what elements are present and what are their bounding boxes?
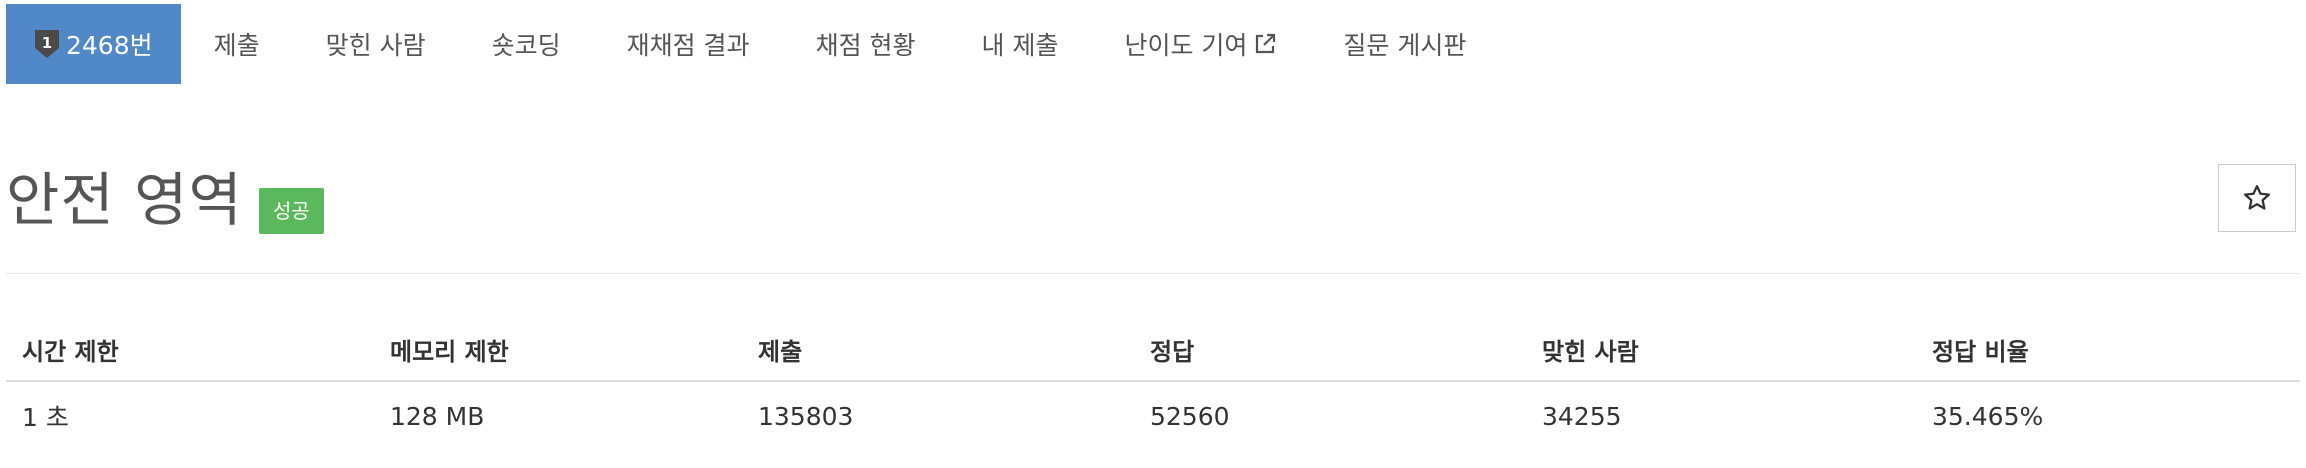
tab-rejudge-results[interactable]: 재채점 결과 [594, 4, 783, 84]
tab-short-coding-label: 숏코딩 [491, 31, 561, 60]
tab-judge-status[interactable]: 채점 현황 [783, 4, 949, 84]
header-time-limit: 시간 제한 [6, 318, 374, 382]
tab-solvers[interactable]: 맞힌 사람 [293, 4, 459, 84]
svg-text:1: 1 [42, 34, 52, 52]
tab-submit[interactable]: 제출 [181, 4, 293, 84]
tab-my-submissions[interactable]: 내 제출 [949, 4, 1092, 84]
header-solvers: 맞힌 사람 [1526, 318, 1916, 382]
tab-submit-label: 제출 [213, 31, 260, 60]
status-badge: 성공 [258, 188, 324, 234]
table-header-row: 시간 제한 메모리 제한 제출 정답 맞힌 사람 정답 비율 [6, 318, 2300, 382]
tab-judge-status-label: 채점 현황 [815, 31, 916, 60]
header-memory-limit: 메모리 제한 [374, 318, 742, 382]
problem-header: 안전 영역 성공 [6, 165, 324, 235]
favorite-button[interactable] [2218, 164, 2296, 232]
page-title: 안전 영역 [6, 166, 243, 234]
cell-memory-limit: 128 MB [390, 401, 485, 431]
table-row: 1 초 128 MB 135803 52560 34255 35.465% [6, 381, 2300, 450]
tab-short-coding[interactable]: 숏코딩 [459, 4, 594, 84]
cell-accepted: 52560 [1150, 401, 1230, 431]
tab-rejudge-results-label: 재채점 결과 [626, 31, 750, 60]
tab-difficulty-contribution-label: 난이도 기여 [1124, 31, 1248, 60]
header-accepted: 정답 [1134, 318, 1526, 382]
problem-tabs: 1 2468번 제출 맞힌 사람 숏코딩 재채점 결과 채점 현황 내 제출 난… [6, 4, 1499, 84]
star-outline-icon [2244, 185, 2270, 210]
external-link-icon [1253, 32, 1277, 56]
tier-badge-icon: 1 [34, 29, 60, 59]
tab-solvers-label: 맞힌 사람 [325, 31, 426, 60]
cell-time-limit: 1 초 [22, 403, 69, 432]
tab-my-submissions-label: 내 제출 [981, 31, 1059, 60]
cell-accept-ratio: 35.465% [1932, 401, 2044, 431]
header-divider [6, 273, 2300, 274]
tab-difficulty-contribution[interactable]: 난이도 기여 [1091, 4, 1310, 84]
header-submissions: 제출 [742, 318, 1134, 382]
tab-problem-label: 2468번 [66, 31, 153, 60]
cell-submissions: 135803 [758, 401, 854, 431]
tab-question-board-label: 질문 게시판 [1343, 31, 1467, 60]
cell-solvers: 34255 [1542, 401, 1622, 431]
problem-info-table: 시간 제한 메모리 제한 제출 정답 맞힌 사람 정답 비율 1 초 128 M… [6, 318, 2300, 450]
tab-question-board[interactable]: 질문 게시판 [1310, 4, 1499, 84]
tab-problem[interactable]: 1 2468번 [6, 4, 181, 84]
header-accept-ratio: 정답 비율 [1916, 318, 2300, 382]
